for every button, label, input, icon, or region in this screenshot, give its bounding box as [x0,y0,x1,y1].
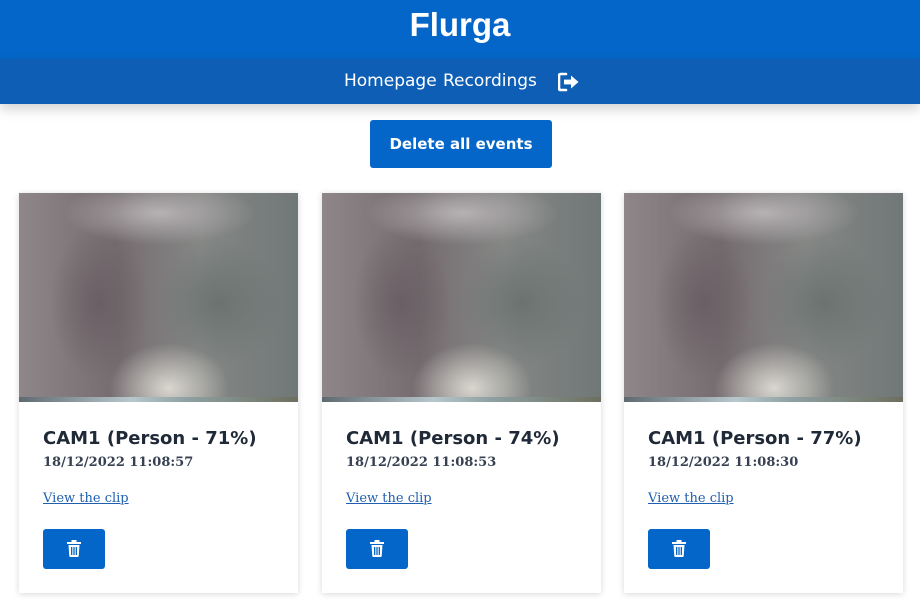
thumbnail-edge [19,397,298,402]
main-nav: Homepage Recordings [0,59,920,104]
event-card: CAM1 (Person - 77%) 18/12/2022 11:08:30 … [624,193,903,593]
event-card: CAM1 (Person - 71%) 18/12/2022 11:08:57 … [19,193,298,593]
view-clip-link[interactable]: View the clip [43,491,129,506]
event-thumbnail[interactable] [624,193,903,402]
sign-out-icon[interactable] [557,72,580,92]
trash-icon [672,540,686,557]
trash-icon [370,540,384,557]
delete-event-button[interactable] [43,529,105,569]
event-title: CAM1 (Person - 74%) [346,428,560,449]
view-clip-link[interactable]: View the clip [346,491,432,506]
thumbnail-edge [624,397,903,402]
event-thumbnail[interactable] [322,193,601,402]
nav-homepage-link[interactable]: Homepage [344,71,437,91]
delete-event-button[interactable] [648,529,710,569]
app-header: Flurga [0,0,920,59]
event-thumbnail[interactable] [19,193,298,402]
view-clip-link[interactable]: View the clip [648,491,734,506]
event-title: CAM1 (Person - 71%) [43,428,257,449]
event-datetime: 18/12/2022 11:08:53 [346,455,497,470]
delete-all-events-button[interactable]: Delete all events [370,120,552,168]
event-card: CAM1 (Person - 74%) 18/12/2022 11:08:53 … [322,193,601,593]
thumbnail-edge [322,397,601,402]
event-datetime: 18/12/2022 11:08:57 [43,455,194,470]
nav-recordings-link[interactable]: Recordings [443,71,537,91]
event-title: CAM1 (Person - 77%) [648,428,862,449]
event-datetime: 18/12/2022 11:08:30 [648,455,799,470]
delete-event-button[interactable] [346,529,408,569]
blurred-snapshot [19,193,298,402]
app-title: Flurga [409,6,511,43]
blurred-snapshot [624,193,903,402]
blurred-snapshot [322,193,601,402]
trash-icon [67,540,81,557]
